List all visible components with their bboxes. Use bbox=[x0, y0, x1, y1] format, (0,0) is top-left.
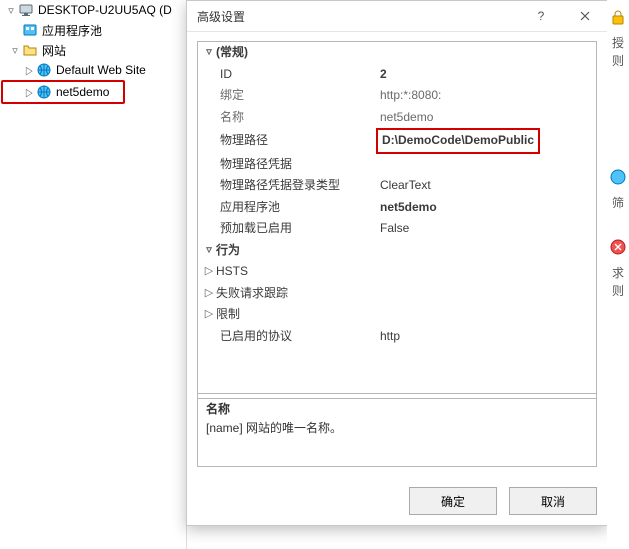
property-description: 名称 [name] 网站的唯一名称。 bbox=[197, 393, 597, 467]
desc-text: [name] 网站的唯一名称。 bbox=[206, 419, 588, 438]
tree-node-net5demo[interactable]: net5demo bbox=[1, 80, 125, 104]
prop-proto[interactable]: 已启用的协议 http bbox=[198, 326, 596, 348]
prop-binding[interactable]: 绑定 http:*:8080: bbox=[198, 85, 596, 107]
expander-icon[interactable] bbox=[22, 85, 36, 99]
prop-value: ClearText bbox=[372, 175, 596, 197]
prop-value: 2 bbox=[372, 64, 596, 86]
tree-node-server[interactable]: DESKTOP-U2UU5AQ (D bbox=[0, 0, 186, 20]
cancel-button[interactable]: 取消 bbox=[509, 487, 597, 515]
prop-physical-path[interactable]: 物理路径 D:\DemoCode\DemoPublic bbox=[198, 128, 596, 154]
folder-icon bbox=[22, 42, 38, 58]
globe-icon bbox=[36, 84, 52, 100]
prop-value: net5demo bbox=[372, 107, 596, 129]
prop-frt[interactable]: 失败请求跟踪 bbox=[198, 283, 596, 305]
collapse-icon[interactable] bbox=[202, 240, 216, 262]
connections-tree: DESKTOP-U2UU5AQ (D 应用程序池 网站 Default Web … bbox=[0, 0, 187, 549]
category-general[interactable]: (常规) bbox=[198, 42, 596, 64]
prop-value: False bbox=[372, 218, 596, 240]
expander-icon[interactable] bbox=[8, 43, 22, 57]
property-grid[interactable]: (常规) ID 2 绑定 http:*:8080: 名称 net5demo 物理… bbox=[197, 41, 597, 399]
prop-id[interactable]: ID 2 bbox=[198, 64, 596, 86]
expand-icon[interactable] bbox=[202, 283, 216, 305]
prop-limits[interactable]: 限制 bbox=[198, 304, 596, 326]
category-behavior[interactable]: 行为 bbox=[198, 240, 596, 262]
tree-label: Default Web Site bbox=[56, 63, 146, 77]
prop-value: http bbox=[372, 326, 596, 348]
help-button[interactable]: ? bbox=[519, 1, 563, 31]
tree-node-sites[interactable]: 网站 bbox=[0, 40, 186, 60]
expand-icon[interactable] bbox=[202, 304, 216, 326]
dialog-titlebar: 高级设置 ? bbox=[187, 1, 607, 32]
filter-icon bbox=[609, 168, 627, 186]
close-icon bbox=[580, 11, 590, 21]
tree-node-app-pools[interactable]: 应用程序池 bbox=[0, 20, 186, 40]
ok-button[interactable]: 确定 bbox=[409, 487, 497, 515]
actions-pane-sliver: 授 则 筛 求 则 bbox=[607, 0, 629, 549]
collapse-icon[interactable] bbox=[202, 42, 216, 64]
desc-name: 名称 bbox=[206, 400, 588, 419]
error-icon bbox=[609, 238, 627, 256]
close-button[interactable] bbox=[563, 1, 607, 31]
dialog-title: 高级设置 bbox=[187, 8, 519, 25]
tree-node-default-site[interactable]: Default Web Site bbox=[0, 60, 186, 80]
prop-value: net5demo bbox=[372, 197, 596, 219]
prop-phys-cred[interactable]: 物理路径凭据 bbox=[198, 154, 596, 176]
prop-hsts[interactable]: HSTS bbox=[198, 261, 596, 283]
globe-icon bbox=[36, 62, 52, 78]
lock-icon bbox=[609, 8, 627, 26]
app-pool-icon bbox=[22, 22, 38, 38]
expand-icon[interactable] bbox=[202, 261, 216, 283]
advanced-settings-dialog: 高级设置 ? (常规) ID 2 绑定 http:*:8080: 名称 net5… bbox=[186, 0, 608, 526]
prop-value: D:\DemoCode\DemoPublic bbox=[376, 128, 540, 154]
prop-preload[interactable]: 预加载已启用 False bbox=[198, 218, 596, 240]
tree-label: DESKTOP-U2UU5AQ (D bbox=[38, 3, 172, 17]
tree-label: 应用程序池 bbox=[42, 22, 102, 39]
prop-phys-cred-logon[interactable]: 物理路径凭据登录类型 ClearText bbox=[198, 175, 596, 197]
prop-value: http:*:8080: bbox=[372, 85, 596, 107]
tree-label: net5demo bbox=[56, 85, 109, 99]
prop-name[interactable]: 名称 net5demo bbox=[198, 107, 596, 129]
expander-icon[interactable] bbox=[4, 3, 18, 17]
server-icon bbox=[18, 2, 34, 18]
tree-label: 网站 bbox=[42, 42, 66, 59]
prop-app-pool[interactable]: 应用程序池 net5demo bbox=[198, 197, 596, 219]
expander-icon[interactable] bbox=[22, 63, 36, 77]
